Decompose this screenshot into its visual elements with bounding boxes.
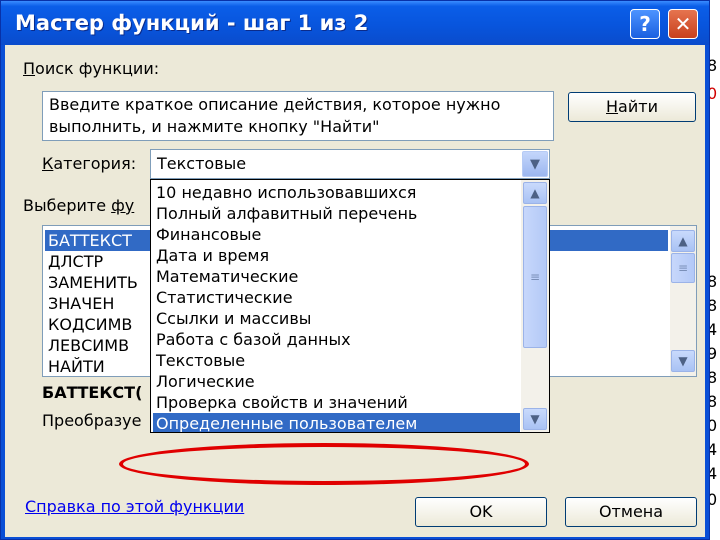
close-icon: ✕	[674, 12, 692, 36]
category-option[interactable]: Ссылки и массивы	[156, 308, 311, 329]
list-item[interactable]: ЛЕВСИМВ	[48, 335, 129, 356]
function-wizard-dialog: Мастер функций - шаг 1 из 2 ? ✕ Поиск фу…	[0, 0, 710, 540]
ok-button[interactable]: OK	[415, 497, 547, 527]
cancel-button[interactable]: Отмена	[565, 497, 697, 527]
category-option[interactable]: Финансовые	[156, 224, 261, 245]
category-option-highlighted[interactable]: Определенные пользователем	[153, 413, 520, 432]
help-button[interactable]: ?	[630, 9, 660, 39]
category-option[interactable]: Математические	[156, 266, 298, 287]
category-option[interactable]: Полный алфавитный перечень	[156, 203, 417, 224]
function-list-scrollbar[interactable]: ▲ ≡ ▼	[670, 226, 696, 376]
red-highlight-ellipse	[119, 443, 529, 485]
category-option[interactable]: Статистические	[156, 287, 293, 308]
list-item[interactable]: ДЛСТР	[48, 251, 103, 272]
category-dropdown-list[interactable]: 10 недавно использовавшихся Полный алфав…	[150, 179, 550, 433]
function-help-link[interactable]: Справка по этой функции	[25, 497, 244, 516]
category-option[interactable]: Логические	[156, 371, 255, 392]
category-option[interactable]: Работа с базой данных	[156, 329, 351, 350]
scroll-up-icon[interactable]: ▲	[671, 230, 695, 252]
title-bar[interactable]: Мастер функций - шаг 1 из 2 ? ✕	[1, 1, 709, 45]
dropdown-scrollbar[interactable]: ▲ ≡ ▼	[521, 180, 549, 432]
find-button[interactable]: Найти	[568, 92, 696, 122]
category-option[interactable]: 10 недавно использовавшихся	[156, 182, 416, 203]
list-item[interactable]: НАЙТИ	[48, 356, 105, 376]
category-option[interactable]: Текстовые	[156, 350, 245, 371]
list-item[interactable]: ЗАМЕНИТЬ	[48, 272, 138, 293]
category-label: Категория:	[42, 154, 137, 173]
scroll-down-icon[interactable]: ▼	[671, 350, 695, 372]
scroll-up-icon[interactable]: ▲	[523, 182, 547, 204]
search-label: Поиск функции:	[23, 59, 160, 78]
function-syntax: БАТТЕКСТ(	[42, 383, 143, 402]
list-item[interactable]: КОДСИМВ	[48, 314, 132, 335]
scrollbar-thumb[interactable]: ≡	[523, 206, 547, 348]
dialog-title: Мастер функций - шаг 1 из 2	[15, 11, 369, 35]
dialog-body: Поиск функции: Введите краткое описание …	[5, 45, 705, 537]
close-button[interactable]: ✕	[668, 9, 698, 39]
function-description: Преобразуе	[42, 411, 142, 430]
category-select[interactable]: Текстовые ▼	[150, 149, 550, 179]
category-option[interactable]: Дата и время	[156, 245, 269, 266]
question-mark-icon: ?	[639, 12, 651, 36]
category-selected-value: Текстовые	[157, 154, 247, 173]
list-item[interactable]: ЗНАЧЕН	[48, 293, 114, 314]
function-list-label: Выберите фу	[23, 196, 135, 215]
chevron-down-icon[interactable]: ▼	[522, 151, 548, 177]
search-input[interactable]: Введите краткое описание действия, котор…	[42, 91, 554, 141]
scrollbar-thumb[interactable]: ≡	[671, 253, 695, 283]
category-option[interactable]: Проверка свойств и значений	[156, 392, 408, 413]
scroll-down-icon[interactable]: ▼	[523, 408, 547, 430]
